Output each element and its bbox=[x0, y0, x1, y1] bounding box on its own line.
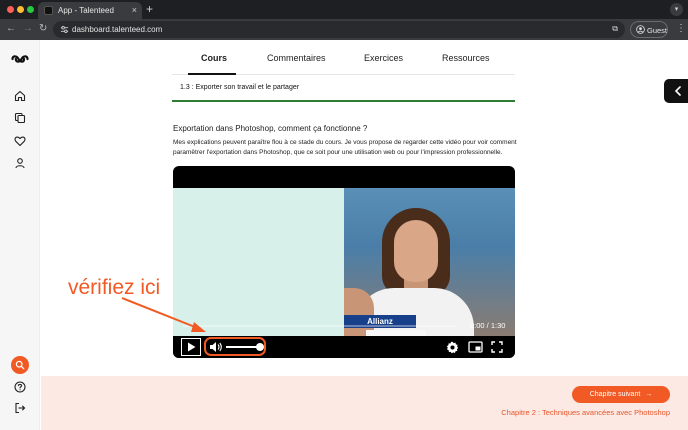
home-icon[interactable] bbox=[11, 87, 29, 105]
volume-icon[interactable] bbox=[209, 341, 223, 353]
video-frame-athlete: Allianz 278 bbox=[344, 188, 515, 352]
chapter-title: 1.3 : Exporter son travail et le partage… bbox=[180, 84, 300, 91]
annotation-arrow-icon bbox=[121, 297, 206, 332]
play-button[interactable] bbox=[181, 338, 201, 356]
volume-slider-handle[interactable] bbox=[256, 343, 264, 351]
browser-tab-title: App - Talenteed bbox=[58, 6, 114, 15]
chapter-header: 1.3 : Exporter son travail et le partage… bbox=[172, 76, 515, 102]
volume-control[interactable] bbox=[204, 337, 266, 356]
window-close-button[interactable] bbox=[7, 6, 14, 13]
browser-tab-bar: App - Talenteed × + ▾ bbox=[0, 0, 688, 19]
side-panel-toggle-button[interactable] bbox=[664, 79, 688, 103]
reload-button[interactable]: ↻ bbox=[39, 22, 47, 36]
next-chapter-button-label: Chapitre suivant bbox=[589, 391, 641, 398]
search-icon bbox=[15, 360, 25, 370]
site-info-icon[interactable] bbox=[60, 25, 69, 34]
chevron-left-icon bbox=[674, 86, 681, 96]
browser-tab[interactable]: App - Talenteed × bbox=[38, 2, 142, 19]
settings-button[interactable] bbox=[445, 340, 459, 354]
favorites-heart-icon[interactable] bbox=[11, 132, 29, 150]
profile-user-icon[interactable] bbox=[11, 154, 29, 172]
tab-commentaires[interactable]: Commentaires bbox=[267, 53, 326, 63]
video-progress-bar[interactable] bbox=[183, 325, 457, 327]
active-tab-indicator bbox=[188, 73, 236, 75]
profile-label: Guest bbox=[647, 26, 668, 35]
video-controls bbox=[173, 336, 515, 358]
volume-slider-fill bbox=[226, 346, 260, 348]
fullscreen-button[interactable] bbox=[490, 340, 504, 354]
video-player[interactable]: Allianz 278 0:00 / 1:30 bbox=[173, 166, 515, 358]
tab-ressources[interactable]: Ressources bbox=[442, 53, 490, 63]
gear-icon bbox=[446, 341, 458, 353]
tab-exercices[interactable]: Exercices bbox=[364, 53, 403, 63]
arrow-right-icon: → bbox=[645, 391, 653, 398]
back-button[interactable]: ← bbox=[6, 22, 16, 36]
tab-search-button[interactable]: ▾ bbox=[670, 3, 683, 16]
address-bar[interactable]: dashboard.talenteed.com ⧉ bbox=[53, 21, 625, 38]
search-button[interactable] bbox=[11, 356, 29, 374]
volume-slider[interactable] bbox=[226, 343, 264, 351]
video-time: 0:00 / 1:30 bbox=[470, 321, 506, 330]
app-sidebar bbox=[0, 40, 40, 430]
play-icon bbox=[187, 342, 195, 352]
tab-close-button[interactable]: × bbox=[132, 5, 137, 15]
next-chapter-button[interactable]: Chapitre suivant → bbox=[572, 386, 670, 403]
window-minimize-button[interactable] bbox=[17, 6, 24, 13]
picture-in-picture-icon bbox=[467, 341, 483, 353]
chapter-navigation-bar: Chapitre suivant → Chapitre 2 : Techniqu… bbox=[41, 376, 688, 430]
profile-icon bbox=[636, 25, 645, 34]
logout-icon[interactable] bbox=[11, 399, 29, 417]
translate-icon[interactable]: ⧉ bbox=[612, 24, 618, 34]
forward-button[interactable]: → bbox=[23, 22, 33, 36]
talenteed-logo-icon[interactable] bbox=[11, 50, 29, 68]
url-text: dashboard.talenteed.com bbox=[72, 25, 163, 34]
fullscreen-icon bbox=[491, 341, 503, 353]
courses-icon[interactable] bbox=[11, 109, 29, 127]
content-tabs: Cours Commentaires Exercices Ressources bbox=[172, 44, 515, 75]
next-chapter-title[interactable]: Chapitre 2 : Techniques avancées avec Ph… bbox=[501, 408, 670, 417]
window-zoom-button[interactable] bbox=[27, 6, 34, 13]
profile-button[interactable]: Guest bbox=[630, 21, 668, 38]
favicon-icon bbox=[44, 6, 53, 15]
new-tab-button[interactable]: + bbox=[146, 2, 153, 16]
help-icon[interactable] bbox=[11, 378, 29, 396]
tab-cours[interactable]: Cours bbox=[201, 53, 227, 63]
section-paragraph: Mes explications peuvent paraître flou à… bbox=[173, 139, 517, 156]
section-heading: Exportation dans Photoshop, comment ça f… bbox=[173, 124, 368, 133]
browser-toolbar: ← → ↻ dashboard.talenteed.com ⧉ Guest ⋮ bbox=[0, 19, 688, 40]
picture-in-picture-button[interactable] bbox=[467, 340, 483, 354]
browser-menu-icon[interactable]: ⋮ bbox=[676, 23, 686, 35]
